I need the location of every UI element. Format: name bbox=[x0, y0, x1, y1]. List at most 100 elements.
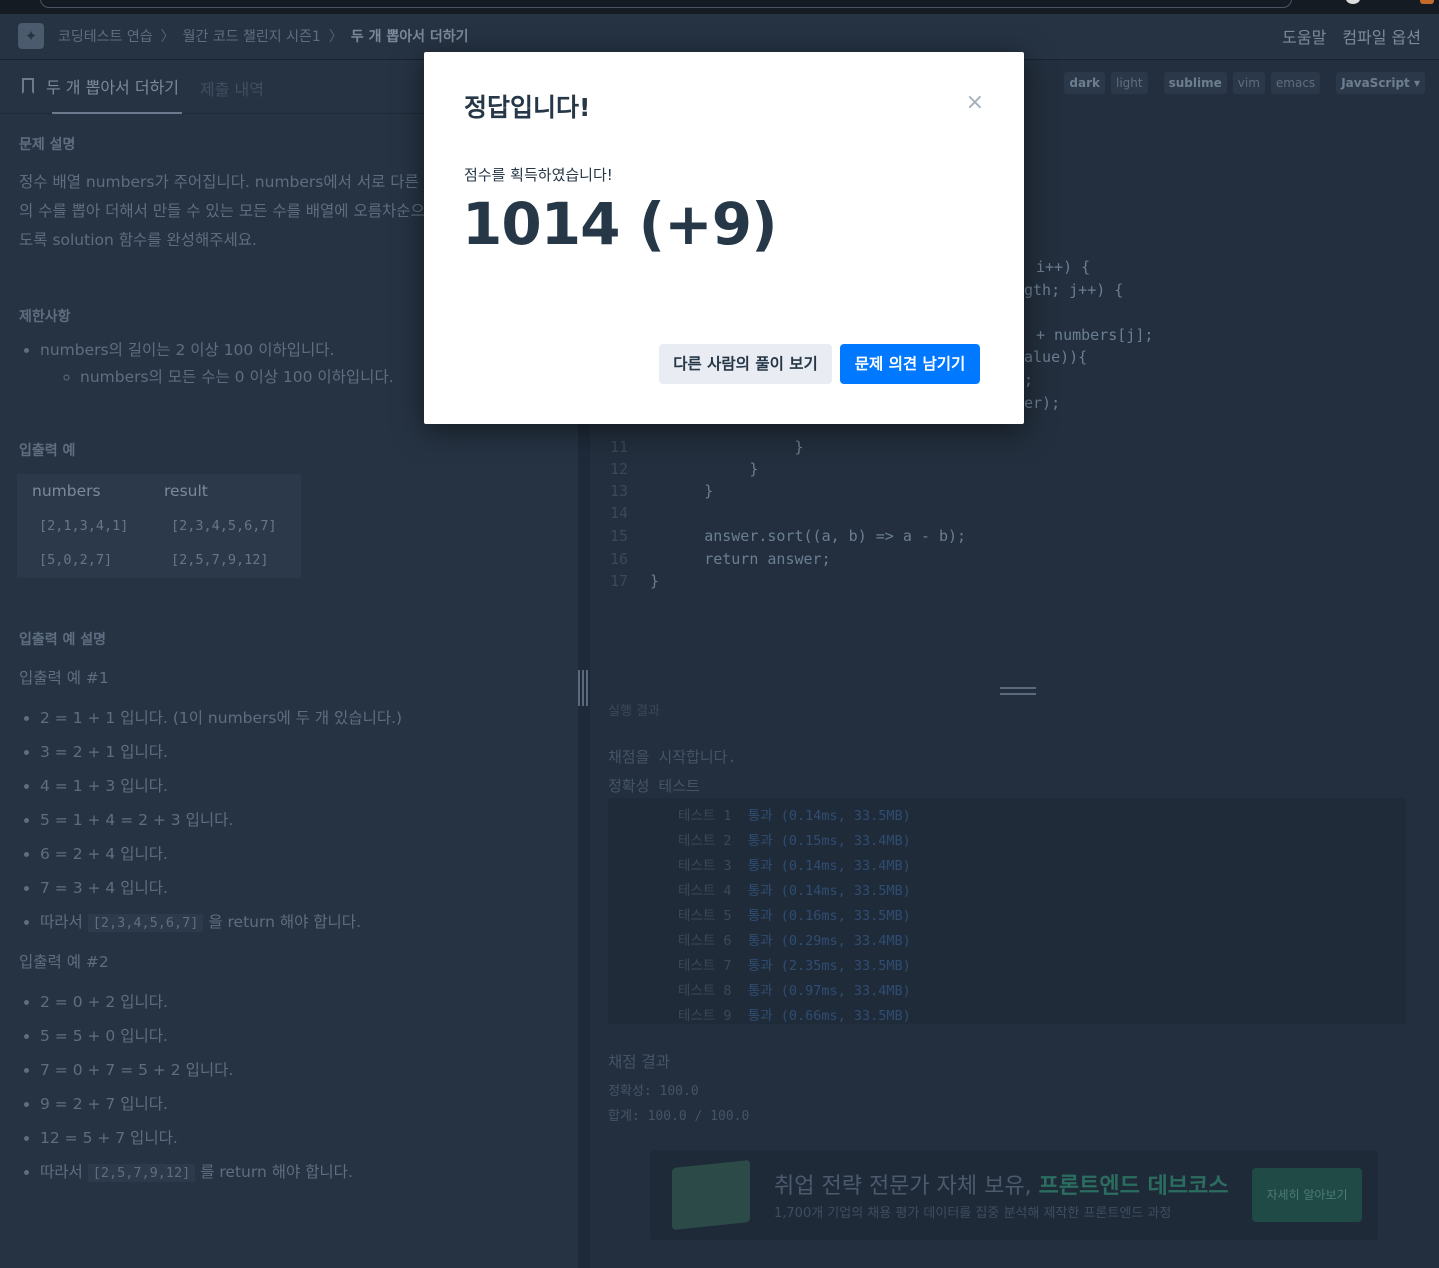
browser-chrome bbox=[0, 0, 1439, 14]
description-line: 정수 배열 numbers가 주어집니다. numbers에서 서로 다른 인덱… bbox=[19, 173, 429, 191]
language-select[interactable]: JavaScript ▾ bbox=[1336, 72, 1425, 94]
test-row: 테스트 2 통과 (0.15ms, 33.4MB) bbox=[678, 829, 911, 849]
test-result: 통과 (0.66ms, 33.5MB) bbox=[747, 1008, 911, 1024]
chevron-right-icon: 〉 bbox=[328, 29, 343, 45]
breadcrumb: 코딩테스트 연습 〉 월간 코드 챌린지 시즌1 〉 두 개 뽑아서 더하기 bbox=[58, 26, 468, 46]
list-item: 7 = 0 + 7 = 5 + 2 입니다. bbox=[40, 1053, 353, 1087]
code-line[interactable]: ; bbox=[1024, 371, 1033, 389]
code-line[interactable]: i++) { bbox=[1036, 258, 1090, 276]
tab-problem[interactable]: 두 개 뽑아서 더하기 bbox=[22, 74, 179, 98]
example-2-list: 2 = 0 + 2 입니다. 5 = 5 + 0 입니다. 7 = 0 + 7 … bbox=[40, 985, 353, 1189]
final-text: 따라서 bbox=[40, 913, 83, 931]
result-resize-handle[interactable] bbox=[1000, 687, 1036, 695]
code-line[interactable]: 15 answer.sort((a, b) => a - b); bbox=[610, 527, 966, 545]
list-item: 6 = 2 + 4 입니다. bbox=[40, 837, 402, 871]
code-text: } bbox=[794, 438, 804, 456]
keymap-emacs-button[interactable]: emacs bbox=[1270, 72, 1321, 94]
description-title: 문제 설명 bbox=[19, 137, 76, 153]
code-line[interactable]: alue)){ bbox=[1024, 348, 1087, 366]
grading-start-text: 채점을 시작합니다. bbox=[608, 748, 737, 766]
test-result: 통과 (0.14ms, 33.5MB) bbox=[747, 808, 911, 824]
address-bar[interactable] bbox=[40, 0, 1292, 8]
tab-problem-label: 두 개 뽑아서 더하기 bbox=[46, 78, 180, 97]
theme-light-button[interactable]: light bbox=[1111, 72, 1148, 94]
code-line[interactable]: 14 bbox=[610, 504, 650, 522]
banner-headline: 취업 전략 전문가 자체 보유, 프론트엔드 데브코스 bbox=[774, 1168, 1228, 1200]
test-result: 통과 (0.14ms, 33.4MB) bbox=[747, 858, 911, 874]
test-results-box: 테스트 1 통과 (0.14ms, 33.5MB) 테스트 2 통과 (0.15… bbox=[608, 798, 1406, 1024]
modal-title: 정답입니다! bbox=[464, 93, 591, 122]
code-line[interactable]: 16 return answer; bbox=[610, 550, 831, 568]
final-code: [2,5,7,9,12] bbox=[87, 1164, 196, 1182]
list-item: numbers의 모든 수는 0 이상 100 이하입니다. bbox=[80, 365, 394, 387]
banner-headline-bold: 프론트엔드 데브코스 bbox=[1038, 1174, 1229, 1199]
test-row: 테스트 5 통과 (0.16ms, 33.5MB) bbox=[678, 904, 911, 924]
code-line[interactable]: er); bbox=[1024, 394, 1060, 412]
constraints-list: numbers의 길이는 2 이상 100 이하입니다. bbox=[40, 333, 334, 367]
list-item: 5 = 5 + 0 입니다. bbox=[40, 1019, 353, 1053]
modal-score: 1014 (+9) bbox=[462, 190, 778, 258]
io-cell: [2,5,7,9,12] bbox=[171, 552, 269, 568]
list-item: 따라서 [2,3,4,5,6,7] 을 return 해야 합니다. bbox=[40, 905, 402, 939]
constraints-sublist: numbers의 모든 수는 0 이상 100 이하입니다. bbox=[80, 365, 394, 387]
test-result: 통과 (0.16ms, 33.5MB) bbox=[747, 908, 911, 924]
extension-icon[interactable] bbox=[1420, 0, 1434, 4]
close-icon[interactable]: × bbox=[966, 90, 984, 115]
profile-icon[interactable] bbox=[1346, 0, 1360, 4]
success-modal: 정답입니다! × 점수를 획득하였습니다! 1014 (+9) 다른 사람의 풀… bbox=[424, 52, 1024, 424]
list-item: 12 = 5 + 7 입니다. bbox=[40, 1121, 353, 1155]
ad-banner[interactable]: 취업 전략 전문가 자체 보유, 프론트엔드 데브코스 1,700개 기업의 채… bbox=[650, 1150, 1378, 1240]
test-row: 테스트 3 통과 (0.14ms, 33.4MB) bbox=[678, 854, 911, 874]
test-name: 테스트 9 bbox=[678, 1008, 732, 1024]
code-line[interactable]: 13 } bbox=[610, 482, 713, 500]
banner-headline-text: 취업 전략 전문가 자체 보유, bbox=[774, 1174, 1032, 1199]
line-number: 15 bbox=[610, 527, 629, 545]
list-item: 9 = 2 + 7 입니다. bbox=[40, 1087, 353, 1121]
theme-dark-button[interactable]: dark bbox=[1064, 72, 1106, 94]
code-line[interactable]: gth; j++) { bbox=[1024, 281, 1123, 299]
test-row: 테스트 9 통과 (0.66ms, 33.5MB) bbox=[678, 1004, 911, 1024]
io-header-numbers: numbers bbox=[32, 482, 101, 500]
list-item: 4 = 1 + 3 입니다. bbox=[40, 769, 402, 803]
bookmark-icon[interactable] bbox=[22, 78, 34, 94]
banner-subtext: 1,700개 기업의 채용 평가 데이터를 집중 분석해 제작한 프론트엔드 과… bbox=[774, 1206, 1172, 1221]
code-text: } bbox=[650, 572, 660, 590]
tab-submissions[interactable]: 제출 내역 bbox=[200, 76, 264, 100]
banner-illustration bbox=[672, 1159, 750, 1231]
accuracy-score: 정확성: 100.0 bbox=[608, 1084, 699, 1099]
io-cell: [2,1,3,4,1] bbox=[39, 518, 129, 534]
test-row: 테스트 1 통과 (0.14ms, 33.5MB) bbox=[678, 804, 911, 824]
test-row: 테스트 7 통과 (2.35ms, 33.5MB) bbox=[678, 954, 911, 974]
leave-feedback-button[interactable]: 문제 의견 남기기 bbox=[840, 344, 980, 384]
code-line[interactable]: 17} bbox=[610, 572, 659, 590]
test-result: 통과 (0.14ms, 33.5MB) bbox=[747, 883, 911, 899]
example-2-title: 입출력 예 #2 bbox=[19, 953, 109, 971]
test-name: 테스트 2 bbox=[678, 833, 732, 849]
line-number: 17 bbox=[610, 572, 629, 590]
breadcrumb-item-practice[interactable]: 코딩테스트 연습 bbox=[58, 26, 153, 46]
code-line[interactable]: 11 } bbox=[610, 438, 804, 456]
view-others-solutions-button[interactable]: 다른 사람의 풀이 보기 bbox=[659, 344, 832, 384]
breadcrumb-item-current: 두 개 뽑아서 더하기 bbox=[350, 29, 469, 45]
code-text: } bbox=[704, 482, 714, 500]
compile-options-link[interactable]: 컴파일 옵션 bbox=[1342, 24, 1421, 48]
list-item: 따라서 [2,5,7,9,12] 를 return 해야 합니다. bbox=[40, 1155, 353, 1189]
panel-resize-handle[interactable] bbox=[578, 670, 588, 706]
io-desc-title: 입출력 예 설명 bbox=[19, 632, 107, 648]
test-result: 통과 (2.35ms, 33.5MB) bbox=[747, 958, 911, 974]
accuracy-test-label: 정확성 테스트 bbox=[608, 777, 700, 795]
active-tab-indicator bbox=[52, 112, 182, 114]
help-link[interactable]: 도움말 bbox=[1282, 24, 1326, 48]
breadcrumb-item-challenge[interactable]: 월간 코드 챌린지 시즌1 bbox=[183, 26, 321, 46]
chevron-right-icon: 〉 bbox=[160, 29, 175, 45]
keymap-sublime-button[interactable]: sublime bbox=[1163, 72, 1227, 94]
code-text: } bbox=[749, 460, 759, 478]
programmers-logo-icon[interactable]: ✦ bbox=[18, 23, 44, 49]
code-line[interactable]: + numbers[j]; bbox=[1036, 326, 1153, 344]
final-code: [2,3,4,5,6,7] bbox=[87, 914, 204, 932]
banner-cta-button[interactable]: 자세히 알아보기 bbox=[1252, 1168, 1362, 1222]
code-line[interactable]: 12 } bbox=[610, 460, 758, 478]
list-item: 2 = 0 + 2 입니다. bbox=[40, 985, 353, 1019]
list-item: 3 = 2 + 1 입니다. bbox=[40, 735, 402, 769]
keymap-vim-button[interactable]: vim bbox=[1232, 72, 1265, 94]
